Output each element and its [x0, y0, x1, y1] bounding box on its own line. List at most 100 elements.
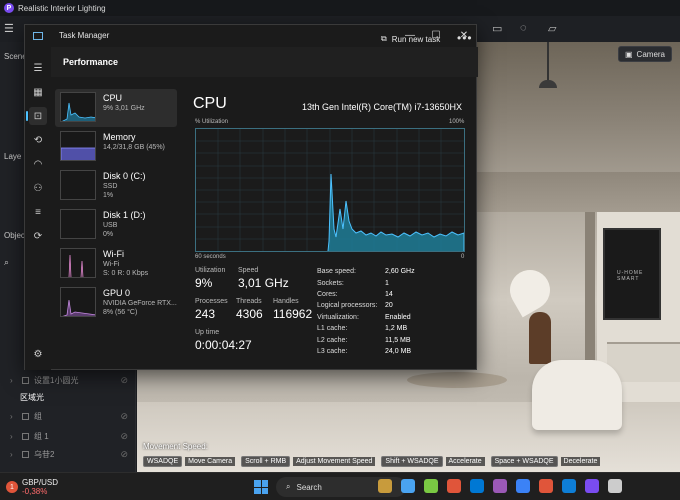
layer-row[interactable]: › 组 1 ⊘ [0, 428, 136, 444]
run-new-task-button[interactable]: ⧉ Run new task [381, 34, 440, 44]
resource-detail: Wi-Fi [103, 261, 120, 268]
stat-label: Threads [236, 298, 262, 305]
resource-item-wifi[interactable]: Wi-Fi Wi-Fi S: 0 R: 0 Kbps [55, 245, 177, 283]
spec-label: Virtualization: [317, 314, 359, 321]
ticker-badge: 1 [6, 481, 18, 493]
taskbar-app-icon[interactable] [378, 479, 392, 493]
objects-label: Objec [4, 231, 25, 240]
spec-value: 11,5 MB [385, 337, 411, 344]
utilization-axis-max: 100% [449, 119, 465, 125]
performance-icon[interactable]: ⊡ [26, 107, 47, 125]
taskbar-app-icon[interactable] [470, 479, 484, 493]
spec-value: 24,0 MB [385, 348, 412, 355]
stat-processes: Processes 243 [195, 298, 228, 321]
layer-row[interactable]: › 乌苷2 ⊘ [0, 446, 136, 462]
resource-item-memory[interactable]: Memory 14,2/31,8 GB (45%) [55, 128, 177, 166]
visibility-hidden-icon[interactable]: ⊘ [120, 449, 128, 460]
hamburger-icon[interactable]: ☰ [29, 59, 47, 77]
spec-value: 14 [385, 291, 393, 298]
mini-graph-cpu [60, 92, 96, 122]
run-task-label: Run new task [391, 34, 441, 44]
resource-name: Disk 1 (D:) [103, 210, 146, 220]
camera-icon: ▣ [624, 49, 633, 59]
camera-label: Camera [636, 49, 665, 59]
stat-value: 3,01 GHz [238, 276, 289, 290]
stat-uptime: Up time 0:00:04:27 [195, 329, 252, 352]
spec-value: 2,60 GHz [385, 268, 415, 275]
visibility-hidden-icon[interactable]: ⊘ [120, 375, 128, 386]
shortcut-hint: Space + WSADQE Decelerate [490, 456, 601, 467]
utilization-axis-label: % Utilization [195, 119, 229, 125]
taskbar-app-icon[interactable] [608, 479, 622, 493]
layer-label: 组 [34, 411, 42, 421]
stat-handles: Handles 116962 [273, 298, 312, 321]
stat-speed: Speed 3,01 GHz [238, 267, 289, 290]
resource-name: CPU [103, 93, 123, 103]
layers-label: Laye [4, 152, 22, 161]
spec-row: L3 cache: 24,0 MB [317, 348, 437, 355]
taskbar-app-icon[interactable] [401, 479, 415, 493]
windows-start-icon[interactable] [254, 480, 268, 494]
search-icon[interactable]: ⌕ [4, 257, 9, 268]
visibility-hidden-icon[interactable]: ⊘ [120, 431, 128, 442]
graph-time-span: 60 seconds [195, 254, 226, 260]
perf-resource-list: CPU 9% 3,01 GHz Memory 14,2/31,8 GB (45%… [55, 87, 177, 327]
stat-value: 4306 [236, 307, 263, 321]
resource-name: Memory [103, 132, 136, 142]
startup-apps-icon[interactable]: ◠ [29, 155, 47, 173]
taskbar-app-icon[interactable] [562, 479, 576, 493]
layer-row[interactable]: › 组 ⊘ [0, 408, 136, 424]
tv-screen: U-HOME SMART [603, 228, 661, 320]
task-manager-window: Task Manager — ☐ ✕ ☰ ▦ ⊡ ⟲ ◠ ⚇ ≡ ⟳ ⚙ Per… [24, 24, 478, 370]
shortcut-key: Shift + WSADQE [381, 456, 443, 467]
graph-time-end: 0 [461, 254, 465, 260]
resource-name: Disk 0 (C:) [103, 171, 146, 181]
details-icon[interactable]: ≡ [29, 203, 47, 221]
spec-value: Enabled [385, 314, 411, 321]
taskbar-app-icon[interactable] [493, 479, 507, 493]
toolbar-light-icon[interactable]: ◌ [520, 22, 527, 34]
taskbar-app-icon[interactable] [585, 479, 599, 493]
cpu-title: CPU [193, 95, 227, 112]
toolbar-render-icon[interactable]: ▱ [548, 22, 556, 35]
shortcut-desc: Move Camera [185, 457, 236, 466]
spec-label: L2 cache: [317, 337, 348, 344]
app-history-icon[interactable]: ⟲ [29, 131, 47, 149]
spec-row: Virtualization: Enabled [317, 314, 437, 321]
stat-label: Handles [273, 298, 299, 305]
tm-title: Task Manager [59, 31, 110, 40]
app-logo-icon: P [4, 3, 14, 13]
resource-item-disk0[interactable]: Disk 0 (C:) SSD 1% [55, 167, 177, 205]
processes-icon[interactable]: ▦ [29, 83, 47, 101]
spec-row: L2 cache: 11,5 MB [317, 337, 437, 344]
resource-item-cpu[interactable]: CPU 9% 3,01 GHz [55, 89, 177, 127]
resource-item-disk1[interactable]: Disk 1 (D:) USB 0% [55, 206, 177, 244]
resource-detail: NVIDIA GeForce RTX... [103, 300, 177, 307]
taskbar-app-icon[interactable] [424, 479, 438, 493]
armchair [532, 360, 622, 430]
services-icon[interactable]: ⟳ [29, 227, 47, 245]
menu-icon[interactable]: ☰ [4, 22, 14, 35]
app-title: Realistic Interior Lighting [18, 3, 106, 13]
resource-detail: S: 0 R: 0 Kbps [103, 270, 149, 277]
shortcut-key: Space + WSADQE [490, 456, 558, 467]
taskbar-app-icon[interactable] [539, 479, 553, 493]
layer-row[interactable]: › 设置1小圆光 ⊘ [0, 372, 136, 388]
taskbar-app-icon[interactable] [516, 479, 530, 493]
stat-value: 0:00:04:27 [195, 338, 252, 352]
layer-row[interactable]: 区域光 [0, 389, 136, 405]
spec-label: Logical processors: [317, 302, 378, 309]
settings-gear-icon[interactable]: ⚙ [29, 345, 47, 363]
shortcut-desc: Accelerate [445, 457, 485, 466]
taskbar-app-icon[interactable] [447, 479, 461, 493]
stock-widget[interactable]: 1 GBP/USD -0,38% [6, 478, 58, 496]
visibility-hidden-icon[interactable]: ⊘ [120, 411, 128, 422]
resource-item-gpu0[interactable]: GPU 0 NVIDIA GeForce RTX... 8% (56 °C) [55, 284, 177, 322]
shortcut-key: WSADQE [143, 456, 183, 467]
camera-button[interactable]: ▣ Camera [617, 46, 672, 62]
more-options-icon[interactable]: ••• [457, 31, 473, 45]
resource-detail: 14,2/31,8 GB (45%) [103, 144, 165, 151]
users-icon[interactable]: ⚇ [29, 179, 47, 197]
toolbar-image-icon[interactable]: ▭ [492, 22, 502, 35]
shortcut-desc: Decelerate [560, 457, 601, 466]
